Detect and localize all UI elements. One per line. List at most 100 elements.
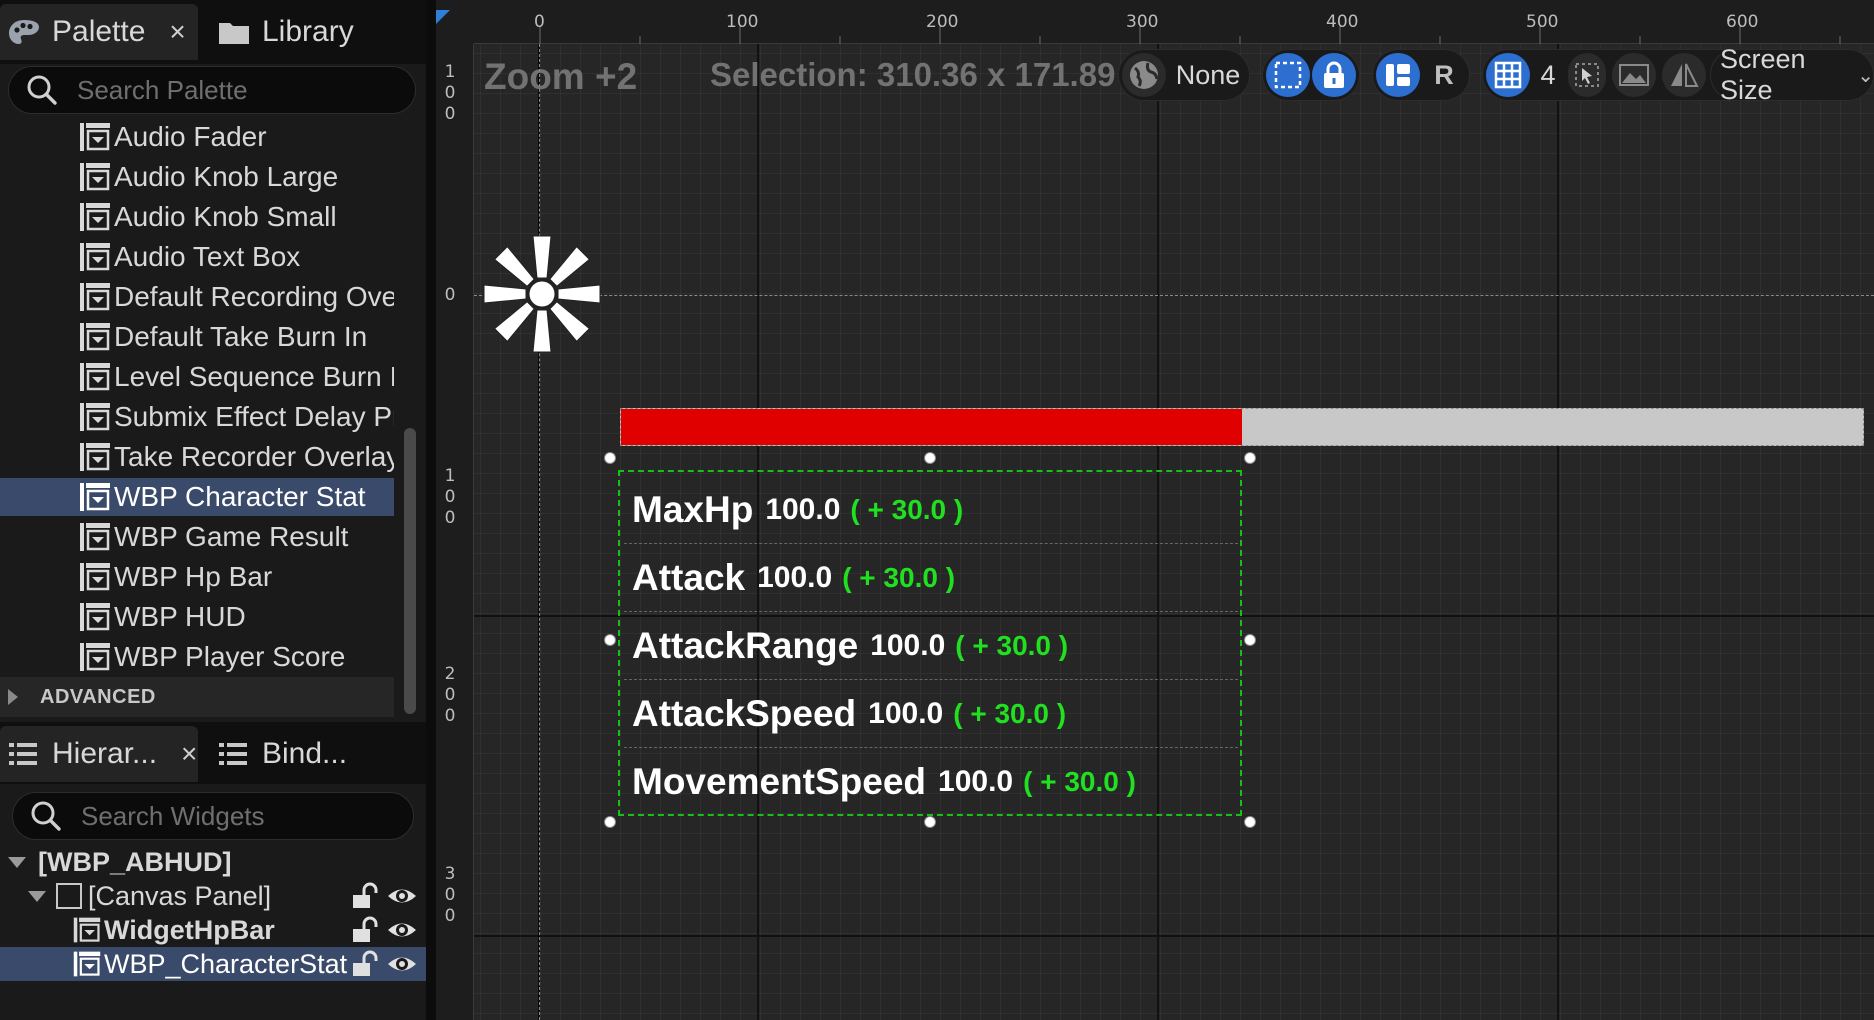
stat-row: MaxHp 100.0 ( + 30.0 ) <box>624 476 1238 544</box>
folder-icon <box>219 23 249 44</box>
resize-handle-bottom-left[interactable] <box>604 816 616 828</box>
unlock-icon[interactable] <box>350 950 378 978</box>
collapse-arrow-icon[interactable] <box>28 890 46 902</box>
designer-viewport[interactable]: 0 100 200 300 400 500 600 100 0 100 200 … <box>436 0 1874 1020</box>
pointer-icon[interactable] <box>1568 53 1606 97</box>
screen-size-dropdown[interactable]: Screen Size ⌄ <box>1714 44 1874 105</box>
palette-item-label: Audio Knob Large <box>114 161 339 192</box>
marquee-select-icon[interactable] <box>1266 53 1310 97</box>
tab-bindings[interactable]: Bind... <box>218 726 408 782</box>
palette-item-label: Audio Fader <box>114 121 267 152</box>
palette-item[interactable]: WBP Player Score <box>0 638 394 676</box>
lock-icon[interactable] <box>1312 53 1356 97</box>
visibility-eye-icon[interactable] <box>386 950 418 978</box>
stat-row: AttackRange 100.0 ( + 30.0 ) <box>624 612 1238 680</box>
ruler-label: 400 <box>1326 12 1359 32</box>
grid-size-value: 4 <box>1540 59 1556 90</box>
palette-item[interactable]: WBP Game Result <box>0 518 394 556</box>
close-icon[interactable]: × <box>169 16 185 48</box>
ue-widget-editor: Palette × Library Search Palette Audio F… <box>0 0 1874 1020</box>
stat-name: Attack <box>632 556 746 598</box>
tree-characterstat-label: WBP_CharacterStat <box>104 948 348 979</box>
grid-size-dropdown[interactable]: 4 <box>1534 53 1562 97</box>
unlock-icon[interactable] <box>350 882 378 910</box>
stat-value: 100.0 <box>870 628 946 662</box>
tree-widgethpbar-row[interactable]: WidgetHpBar <box>0 913 426 947</box>
palette-item[interactable]: WBP Hp Bar <box>0 558 394 596</box>
resize-handle-top[interactable] <box>924 452 936 464</box>
close-icon[interactable]: × <box>181 738 197 770</box>
palette-scrollbar[interactable] <box>404 428 416 714</box>
palette-search-input[interactable]: Search Palette <box>8 66 416 114</box>
palette-item[interactable]: Default Take Burn In <box>0 318 394 356</box>
tab-hierarchy[interactable]: Hierar... × <box>0 726 198 782</box>
resize-handle-bottom-right[interactable] <box>1244 816 1256 828</box>
tab-library[interactable]: Library <box>218 4 408 60</box>
zoom-level-text: Zoom +2 <box>484 56 638 97</box>
palette-item[interactable]: Audio Knob Small <box>0 198 394 236</box>
search-icon <box>27 75 57 105</box>
resize-handle-left[interactable] <box>604 634 616 646</box>
palette-item[interactable]: Default Recording Overl <box>0 278 394 316</box>
hierarchy-icon <box>9 743 37 765</box>
panel-splitter[interactable] <box>426 0 436 1020</box>
palette-item[interactable]: Audio Text Box <box>0 238 394 276</box>
ruler-corner <box>436 0 474 44</box>
collapse-arrow-icon[interactable] <box>8 856 26 868</box>
palette-item[interactable]: Audio Fader <box>0 118 394 156</box>
widget-blueprint-icon <box>80 523 110 551</box>
localization-value: None <box>1175 59 1241 90</box>
ruler-label-vertical: 300 <box>444 864 456 926</box>
widget-search-placeholder: Search Widgets <box>81 800 265 831</box>
tree-root-row[interactable]: [WBP_ABHUD] <box>0 845 426 879</box>
widget-blueprint-icon <box>80 163 110 191</box>
canvas-panel-icon <box>56 883 82 909</box>
widget-blueprint-icon <box>80 643 110 671</box>
tree-canvas-label: [Canvas Panel] <box>88 880 272 911</box>
hp-progress-bar[interactable] <box>620 408 1864 446</box>
resize-handle-top-right[interactable] <box>1244 452 1256 464</box>
ruler-horizontal: 0 100 200 300 400 500 600 <box>436 0 1874 44</box>
stat-name: AttackRange <box>632 624 859 666</box>
widget-search-input[interactable]: Search Widgets <box>12 792 414 840</box>
localization-dropdown[interactable]: None <box>1172 53 1244 97</box>
tree-characterstat-row[interactable]: WBP_CharacterStat <box>0 947 426 981</box>
tab-palette[interactable]: Palette × <box>0 4 198 60</box>
palette-item[interactable]: Audio Knob Large <box>0 158 394 196</box>
expand-arrow-icon <box>8 689 18 705</box>
resize-handle-bottom[interactable] <box>924 816 936 828</box>
stat-bonus: ( + 30.0 ) <box>850 493 964 525</box>
tree-canvas-row[interactable]: [Canvas Panel] <box>0 879 426 913</box>
resize-handle-top-left[interactable] <box>604 452 616 464</box>
visibility-eye-icon[interactable] <box>386 882 418 910</box>
palette-item-label: WBP Game Result <box>114 521 349 552</box>
layout-transform-icon[interactable] <box>1376 53 1420 97</box>
unlock-icon[interactable] <box>350 916 378 944</box>
left-panel: Palette × Library Search Palette Audio F… <box>0 0 426 1020</box>
image-icon[interactable] <box>1612 53 1656 97</box>
palette-item[interactable]: Take Recorder Overlay \ <box>0 438 394 476</box>
tab-hierarchy-label: Hierar... <box>52 737 158 770</box>
flip-icon[interactable] <box>1662 53 1706 97</box>
globe-icon[interactable] <box>1122 53 1166 97</box>
palette-item-label: WBP Player Score <box>114 641 346 672</box>
palette-item[interactable]: WBP HUD <box>0 598 394 636</box>
palette-item[interactable]: Level Sequence Burn In <box>0 358 394 396</box>
render-transform-button[interactable]: R <box>1422 53 1466 97</box>
resize-handle-right[interactable] <box>1244 634 1256 646</box>
widget-blueprint-icon <box>80 203 110 231</box>
advanced-section-header[interactable]: ADVANCED <box>0 677 394 717</box>
hierarchy-tabbar: Hierar... × Bind... <box>0 722 426 784</box>
stat-value: 100.0 <box>765 492 841 526</box>
visibility-eye-icon[interactable] <box>386 916 418 944</box>
palette-item-label: WBP Character Stat <box>114 481 366 512</box>
grid-snap-icon[interactable] <box>1486 53 1530 97</box>
anchor-medallion-icon[interactable] <box>476 228 608 360</box>
ruler-label: 0 <box>534 12 545 32</box>
stat-name: MaxHp <box>632 488 754 530</box>
palette-item-selected[interactable]: WBP Character Stat <box>0 478 394 516</box>
character-stat-widget[interactable]: MaxHp 100.0 ( + 30.0 ) Attack 100.0 ( + … <box>618 470 1242 816</box>
bindings-list-icon <box>219 743 247 765</box>
anchor-guide-horizontal <box>474 295 1874 296</box>
palette-item[interactable]: Submix Effect Delay Pr <box>0 398 394 436</box>
